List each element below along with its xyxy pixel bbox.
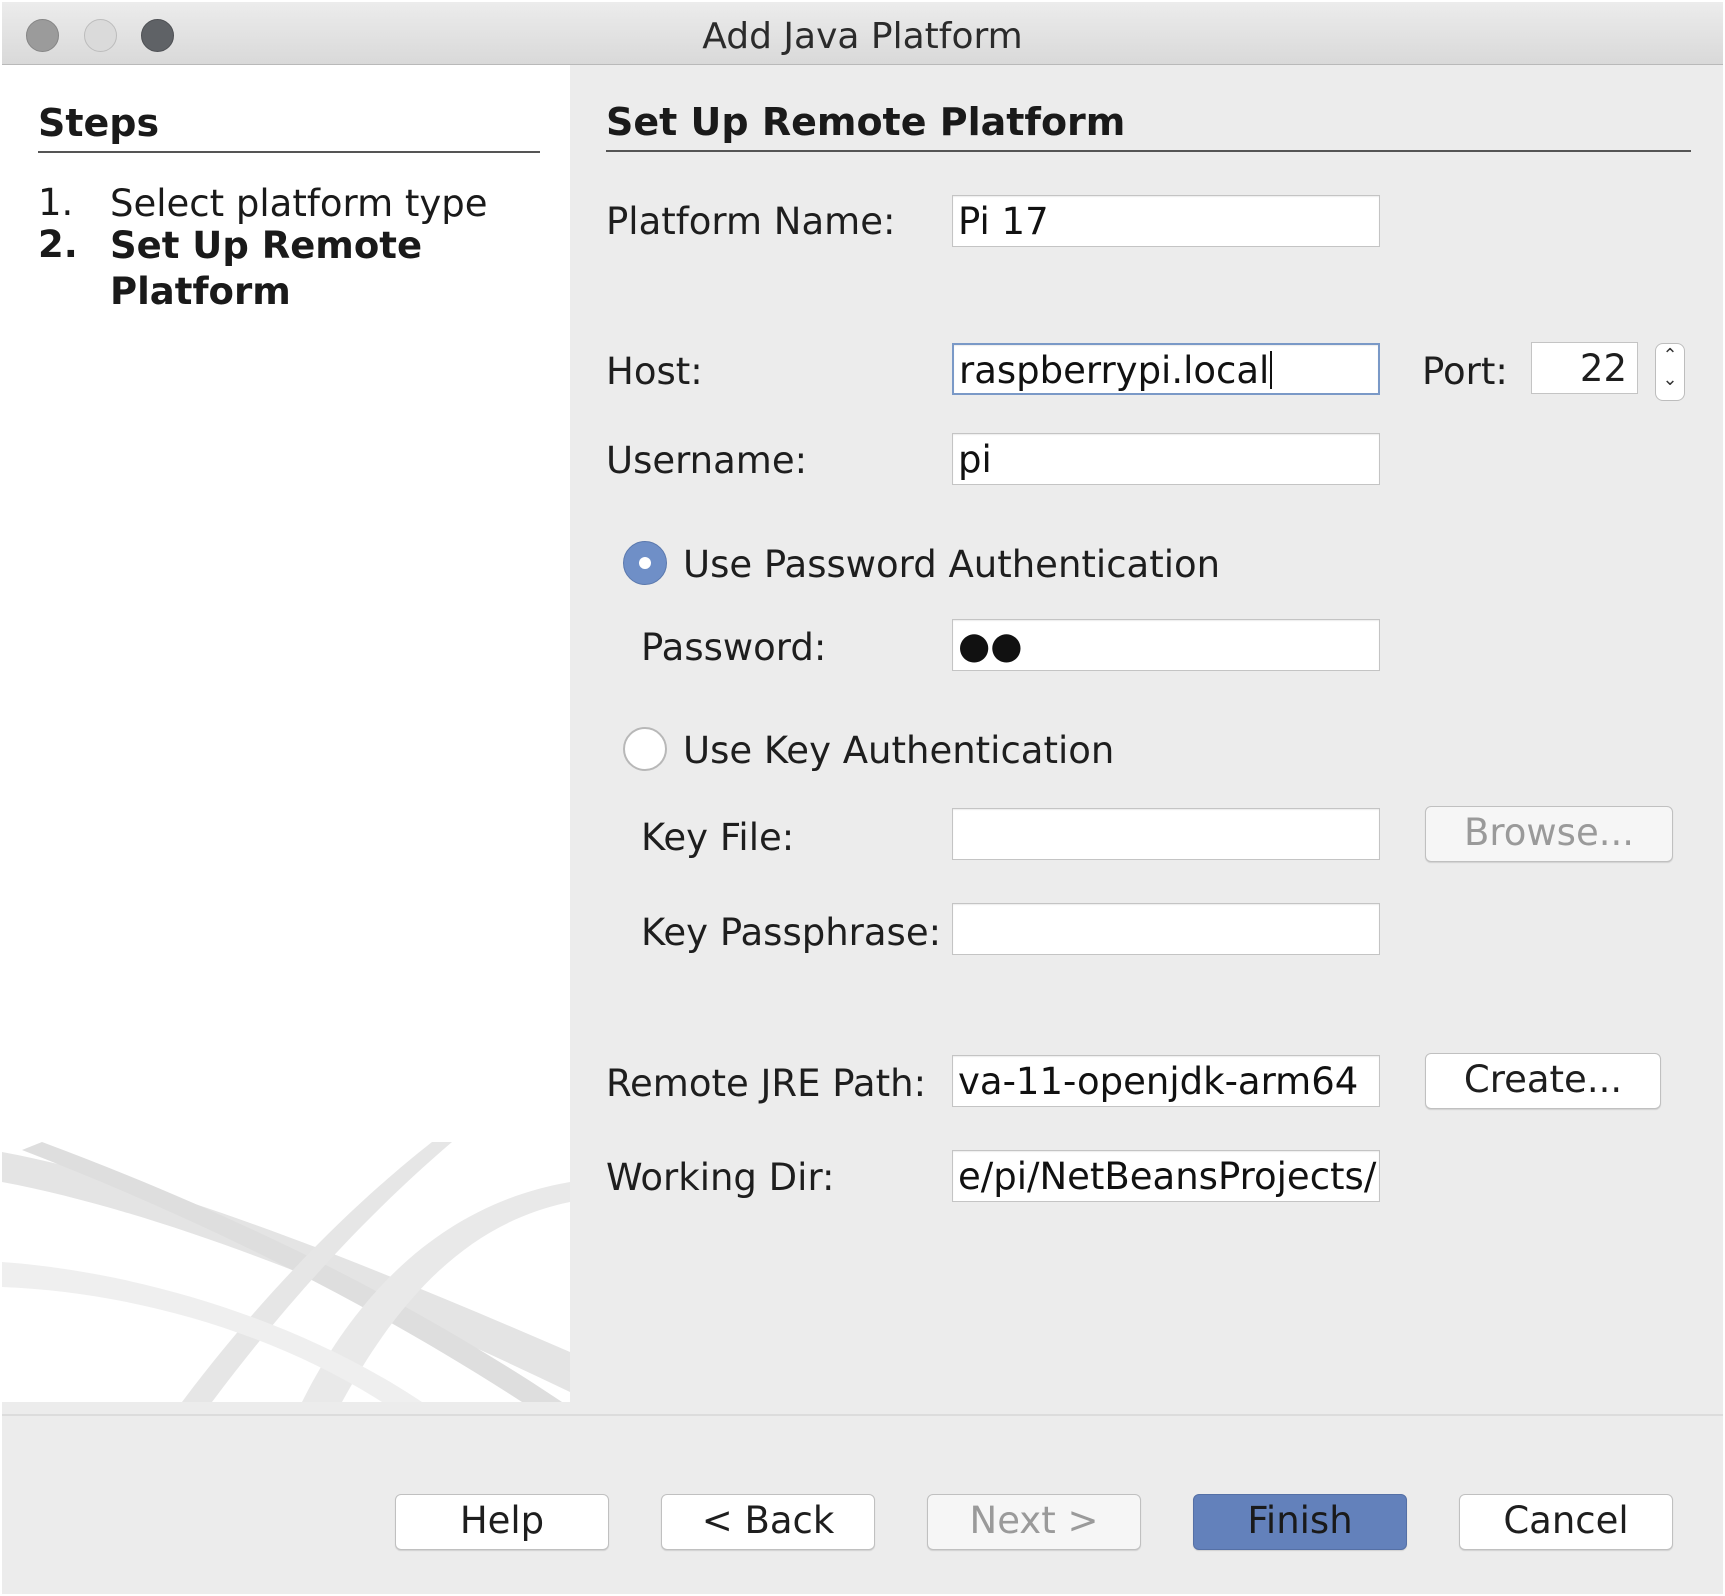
decorative-swoosh-graphic — [2, 1142, 570, 1402]
remote-jre-path-label: Remote JRE Path: — [606, 1062, 927, 1105]
chevron-up-icon[interactable]: ⌃ — [1656, 344, 1684, 368]
platform-name-field[interactable]: Pi 17 — [952, 195, 1380, 247]
key-auth-label[interactable]: Use Key Authentication — [683, 729, 1114, 772]
create-button[interactable]: Create... — [1425, 1053, 1661, 1109]
key-passphrase-label: Key Passphrase: — [641, 911, 942, 954]
host-label: Host: — [606, 350, 703, 393]
password-field[interactable]: ●● — [952, 619, 1380, 671]
step-label: Select platform type — [110, 182, 488, 225]
platform-name-label: Platform Name: — [606, 200, 896, 243]
password-auth-label[interactable]: Use Password Authentication — [683, 543, 1220, 586]
remote-jre-path-field[interactable]: va-11-openjdk-arm64 — [952, 1055, 1380, 1107]
port-field[interactable]: 22 — [1531, 342, 1638, 394]
step-label: Set Up Remote Platform — [110, 224, 423, 313]
key-file-field[interactable] — [952, 808, 1380, 860]
text-caret — [1270, 351, 1273, 389]
port-label: Port: — [1422, 350, 1508, 393]
key-auth-radio[interactable] — [623, 727, 667, 771]
steps-title: Steps — [38, 101, 540, 153]
footer-divider — [2, 1414, 1723, 1416]
finish-button[interactable]: Finish — [1193, 1494, 1407, 1550]
section-title: Set Up Remote Platform — [606, 100, 1691, 152]
add-java-platform-dialog: Add Java Platform Steps 1. Select platfo… — [2, 2, 1723, 1594]
browse-button[interactable]: Browse... — [1425, 806, 1673, 862]
title-bar: Add Java Platform — [2, 2, 1723, 65]
key-passphrase-field[interactable] — [952, 903, 1380, 955]
key-file-label: Key File: — [641, 816, 795, 859]
steps-panel: Steps 1. Select platform type 2. Set Up … — [2, 65, 570, 1402]
working-dir-label: Working Dir: — [606, 1156, 835, 1199]
password-auth-radio[interactable] — [623, 541, 667, 585]
step-number: 1. — [38, 181, 74, 224]
back-button[interactable]: < Back — [661, 1494, 875, 1550]
host-field[interactable]: raspberrypi.local — [952, 343, 1380, 395]
password-label: Password: — [641, 626, 827, 669]
chevron-down-icon[interactable]: ⌄ — [1656, 368, 1684, 392]
username-field[interactable]: pi — [952, 433, 1380, 485]
working-dir-field[interactable]: e/pi/NetBeansProjects/ — [952, 1150, 1380, 1202]
port-stepper[interactable]: ⌃ ⌄ — [1655, 343, 1685, 401]
help-button[interactable]: Help — [395, 1494, 609, 1550]
cancel-button[interactable]: Cancel — [1459, 1494, 1673, 1550]
host-value: raspberrypi.local — [959, 349, 1270, 392]
step-number: 2. — [38, 223, 78, 266]
next-button[interactable]: Next > — [927, 1494, 1141, 1550]
window-title: Add Java Platform — [702, 16, 1023, 57]
username-label: Username: — [606, 439, 808, 482]
